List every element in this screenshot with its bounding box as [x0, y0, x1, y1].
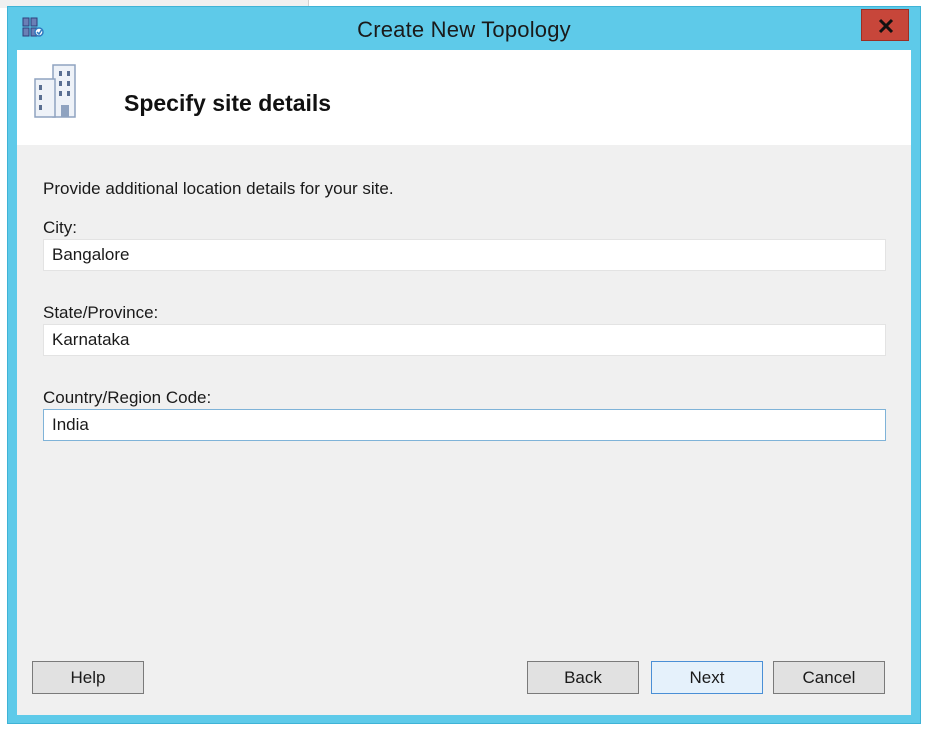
- building-icon: [31, 63, 79, 119]
- city-label: City:: [43, 218, 77, 237]
- wizard-content: Provide additional location details for …: [17, 145, 911, 715]
- close-icon: [878, 18, 894, 34]
- city-input[interactable]: [43, 239, 886, 271]
- instructions-text: Provide additional location details for …: [43, 179, 394, 198]
- wizard-header: Specify site details: [17, 50, 911, 145]
- country-region-code-input[interactable]: [43, 409, 886, 441]
- page-title: Specify site details: [124, 90, 332, 116]
- state-province-input[interactable]: [43, 324, 886, 356]
- country-region-code-label: Country/Region Code:: [43, 388, 212, 407]
- window-title: Create New Topology: [357, 17, 571, 42]
- help-button[interactable]: Help: [32, 661, 144, 694]
- next-button[interactable]: Next: [651, 661, 763, 694]
- state-province-label: State/Province:: [43, 303, 159, 322]
- close-button[interactable]: [861, 9, 909, 41]
- back-button[interactable]: Back: [527, 661, 639, 694]
- create-topology-dialog: Create New Topology Specify site details…: [7, 6, 921, 724]
- title-bar[interactable]: Create New Topology: [8, 7, 920, 51]
- cancel-button[interactable]: Cancel: [773, 661, 885, 694]
